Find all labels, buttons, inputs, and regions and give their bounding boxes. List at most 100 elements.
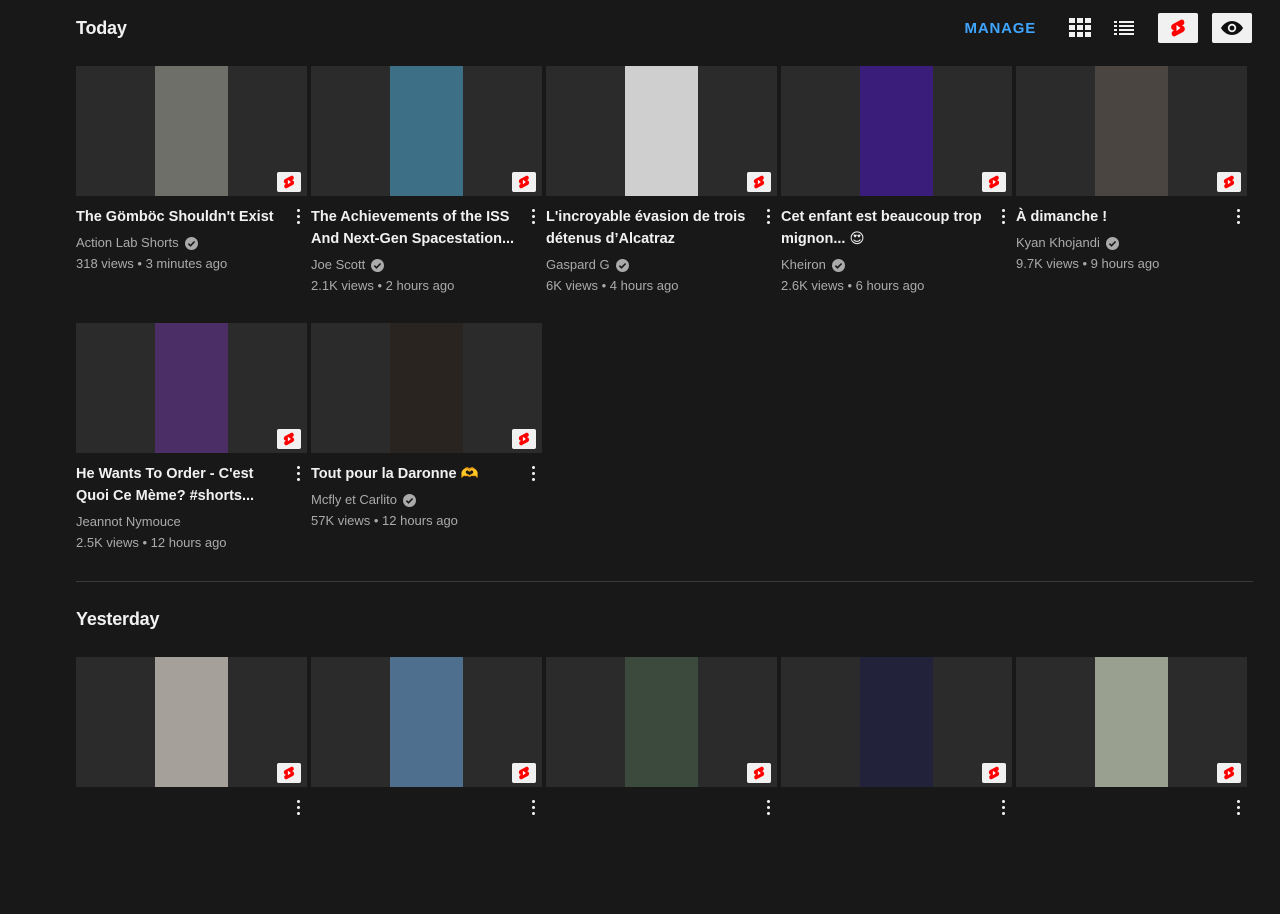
verified-badge-icon — [615, 258, 629, 272]
video-title[interactable]: Cet enfant est beaucoup trop mignon... 😍 — [781, 206, 986, 250]
video-meta: He Wants To Order - C'est Quoi Ce Mème? … — [76, 453, 307, 552]
video-card[interactable] — [1016, 657, 1247, 914]
video-title[interactable]: L'incroyable évasion de trois détenus d’… — [546, 206, 751, 250]
video-thumbnail[interactable] — [546, 657, 777, 787]
video-thumbnail[interactable] — [1016, 66, 1247, 196]
more-options-icon[interactable] — [289, 795, 307, 819]
video-card[interactable]: He Wants To Order - C'est Quoi Ce Mème? … — [76, 323, 307, 580]
video-card[interactable] — [76, 657, 307, 914]
shorts-badge-icon — [277, 429, 301, 449]
channel-name[interactable]: Kyan Khojandi — [1016, 234, 1100, 252]
video-card[interactable]: À dimanche ! Kyan Khojandi 9.7K views • … — [1016, 66, 1247, 323]
video-title[interactable]: The Gömböc Shouldn't Exist — [76, 206, 281, 228]
thumbnail-image — [625, 657, 698, 787]
video-thumbnail[interactable] — [311, 66, 542, 196]
video-thumbnail[interactable] — [76, 323, 307, 453]
more-options-icon[interactable] — [759, 795, 777, 819]
shorts-badge-icon — [277, 763, 301, 783]
video-title[interactable]: À dimanche ! — [1016, 206, 1221, 228]
video-thumbnail[interactable] — [781, 66, 1012, 196]
video-thumbnail[interactable] — [311, 657, 542, 787]
video-stats: 57K views • 12 hours ago — [311, 513, 458, 528]
visibility-toggle-button[interactable] — [1212, 13, 1252, 43]
video-stats: 2.6K views • 6 hours ago — [781, 278, 925, 293]
grid-view-button[interactable] — [1060, 8, 1100, 48]
more-options-icon[interactable] — [994, 204, 1012, 228]
thumbnail-image — [625, 66, 698, 196]
video-stats: 6K views • 4 hours ago — [546, 278, 679, 293]
video-card[interactable]: The Gömböc Shouldn't Exist Action Lab Sh… — [76, 66, 307, 323]
shorts-badge-icon — [512, 172, 536, 192]
channel-row: Joe Scott — [311, 256, 516, 274]
channel-row: Action Lab Shorts — [76, 234, 281, 252]
video-card[interactable] — [546, 657, 777, 914]
video-meta — [546, 787, 777, 815]
list-view-button[interactable] — [1104, 8, 1144, 48]
channel-name[interactable]: Mcfly et Carlito — [311, 491, 397, 509]
thumbnail-image — [390, 657, 463, 787]
video-meta: Tout pour la Daronne 🫶 Mcfly et Carlito … — [311, 453, 542, 530]
video-stats: 318 views • 3 minutes ago — [76, 256, 228, 271]
shorts-badge-icon — [1217, 172, 1241, 192]
channel-row: Kheiron — [781, 256, 986, 274]
video-thumbnail[interactable] — [76, 66, 307, 196]
thumbnail-image — [860, 657, 933, 787]
more-options-icon[interactable] — [759, 204, 777, 228]
more-options-icon[interactable] — [1229, 795, 1247, 819]
more-options-icon[interactable] — [524, 204, 542, 228]
channel-name[interactable]: Gaspard G — [546, 256, 610, 274]
video-card[interactable] — [781, 657, 1012, 914]
video-title[interactable]: He Wants To Order - C'est Quoi Ce Mème? … — [76, 463, 281, 507]
channel-row: Kyan Khojandi — [1016, 234, 1221, 252]
video-meta — [1016, 787, 1247, 815]
video-thumbnail[interactable] — [781, 657, 1012, 787]
video-stats: 2.5K views • 12 hours ago — [76, 535, 227, 550]
yesterday-section-header: Yesterday — [76, 599, 1252, 639]
video-meta: Cet enfant est beaucoup trop mignon... 😍… — [781, 196, 1012, 295]
video-meta — [781, 787, 1012, 815]
more-options-icon[interactable] — [524, 461, 542, 485]
thumbnail-image — [155, 323, 228, 453]
video-title[interactable]: Tout pour la Daronne 🫶 — [311, 463, 516, 485]
video-card[interactable]: The Achievements of the ISS And Next-Gen… — [311, 66, 542, 323]
shorts-badge-icon — [982, 172, 1006, 192]
verified-badge-icon — [831, 258, 845, 272]
thumbnail-image — [1095, 66, 1168, 196]
more-options-icon[interactable] — [994, 795, 1012, 819]
thumbnail-image — [1095, 657, 1168, 787]
video-thumbnail[interactable] — [1016, 657, 1247, 787]
section-divider — [76, 581, 1253, 582]
manage-button[interactable]: MANAGE — [955, 14, 1046, 43]
video-title[interactable]: The Achievements of the ISS And Next-Gen… — [311, 206, 516, 250]
more-options-icon[interactable] — [524, 795, 542, 819]
shorts-filter-button[interactable] — [1158, 13, 1198, 43]
channel-name[interactable]: Jeannot Nymouce — [76, 513, 181, 531]
video-thumbnail[interactable] — [546, 66, 777, 196]
eye-icon — [1221, 21, 1243, 35]
shorts-badge-icon — [1217, 763, 1241, 783]
shorts-icon — [1171, 19, 1185, 37]
video-card[interactable]: Tout pour la Daronne 🫶 Mcfly et Carlito … — [311, 323, 542, 580]
video-card[interactable] — [311, 657, 542, 914]
video-thumbnail[interactable] — [311, 323, 542, 453]
verified-badge-icon — [371, 258, 385, 272]
channel-row: Mcfly et Carlito — [311, 491, 516, 509]
channel-name[interactable]: Kheiron — [781, 256, 826, 274]
today-video-grid: The Gömböc Shouldn't Exist Action Lab Sh… — [76, 66, 1252, 580]
video-meta — [311, 787, 542, 815]
channel-name[interactable]: Action Lab Shorts — [76, 234, 179, 252]
view-toolbar: MANAGE — [955, 8, 1252, 48]
video-thumbnail[interactable] — [76, 657, 307, 787]
yesterday-video-grid — [76, 657, 1252, 914]
video-stats: 9.7K views • 9 hours ago — [1016, 256, 1160, 271]
video-card[interactable]: L'incroyable évasion de trois détenus d’… — [546, 66, 777, 323]
grid-view-icon — [1069, 18, 1091, 37]
channel-name[interactable]: Joe Scott — [311, 256, 365, 274]
more-options-icon[interactable] — [289, 461, 307, 485]
thumbnail-image — [155, 657, 228, 787]
more-options-icon[interactable] — [289, 204, 307, 228]
video-card[interactable]: Cet enfant est beaucoup trop mignon... 😍… — [781, 66, 1012, 323]
more-options-icon[interactable] — [1229, 204, 1247, 228]
video-meta — [76, 787, 307, 815]
video-meta: À dimanche ! Kyan Khojandi 9.7K views • … — [1016, 196, 1247, 273]
